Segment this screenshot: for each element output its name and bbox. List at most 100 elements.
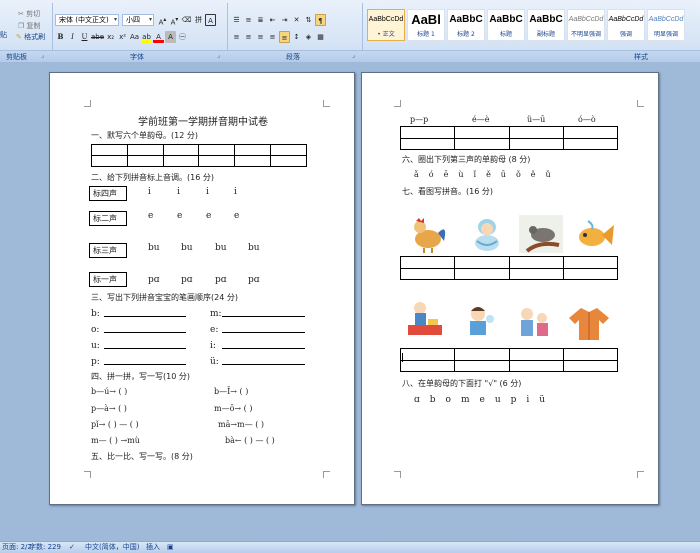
vowel-item[interactable]: ǔ: [546, 170, 551, 179]
spell-item: b—ú→ ( ): [91, 387, 128, 396]
style-subtle-emphasis[interactable]: AaBbCcDd 不明显强调: [567, 9, 605, 41]
answer-line[interactable]: [104, 364, 186, 365]
char-border-icon[interactable]: A: [205, 14, 216, 26]
proofing-icon[interactable]: ✓: [69, 542, 75, 553]
style-subtitle[interactable]: AaBbC 副标题: [527, 9, 565, 41]
sort-icon[interactable]: ⇅: [303, 14, 314, 26]
align-right-icon[interactable]: ≡: [255, 31, 266, 43]
char-shading-icon[interactable]: A: [165, 31, 177, 43]
copy-button[interactable]: ❐ 复制: [18, 21, 41, 31]
cut-button[interactable]: ✂ 剪切: [18, 9, 40, 19]
underline-icon[interactable]: U: [79, 31, 90, 43]
style-heading-2[interactable]: AaBbC 标题 2: [447, 9, 485, 41]
vowel-item[interactable]: ó: [429, 170, 434, 179]
answer-line[interactable]: [104, 332, 186, 333]
format-painter-button[interactable]: ✎ 格式刷: [16, 32, 45, 42]
insert-mode[interactable]: 插入: [146, 542, 160, 553]
letter-item[interactable]: b: [430, 395, 436, 405]
pinyin-syllable: pɑ: [248, 275, 260, 285]
highlight-icon[interactable]: ab: [141, 31, 153, 43]
letter-item[interactable]: e: [480, 395, 485, 405]
decrease-indent-icon[interactable]: ⇤: [267, 14, 278, 26]
font-family-select[interactable]: 宋体 (中文正文) ▾: [55, 14, 119, 26]
superscript-icon[interactable]: x²: [117, 31, 128, 43]
dialog-launcher-icon[interactable]: ⌟: [352, 52, 355, 59]
vowel-item[interactable]: ū: [501, 170, 506, 179]
answer-line[interactable]: [222, 364, 305, 365]
align-center-icon[interactable]: ≡: [243, 31, 254, 43]
spell-item: m—ō→ ( ): [214, 404, 253, 413]
font-toolbar-row1: A▴ A▾ ⌫ 拼 A: [157, 14, 216, 27]
grow-font-icon[interactable]: A▴: [157, 14, 168, 26]
letter-item[interactable]: ɑ: [414, 395, 420, 405]
style-title[interactable]: AaBbC 标题: [487, 9, 525, 41]
margin-mark: [394, 100, 401, 107]
answer-line[interactable]: [222, 348, 305, 349]
italic-icon[interactable]: I: [67, 31, 78, 43]
answer-line[interactable]: [104, 348, 186, 349]
clear-format-icon[interactable]: ⌫: [181, 14, 192, 26]
pinyin-pair: p—p: [410, 115, 429, 124]
vowel-item[interactable]: ě: [486, 170, 491, 179]
show-marks-icon[interactable]: ¶: [315, 14, 326, 26]
font-size-select[interactable]: 小四 ▾: [122, 14, 154, 26]
vowel-item[interactable]: ě: [531, 170, 536, 179]
pinyin-syllable: bu: [215, 243, 227, 253]
multilevel-list-icon[interactable]: ≣: [255, 14, 266, 26]
align-left-icon[interactable]: ≡: [231, 31, 242, 43]
numbering-icon[interactable]: ≡: [243, 14, 254, 26]
macro-record-icon[interactable]: ▣: [167, 542, 174, 553]
borders-icon[interactable]: ▦: [315, 31, 326, 43]
language-indicator[interactable]: 中文(简体，中国): [85, 542, 139, 553]
answer-line[interactable]: [222, 332, 305, 333]
pinyin-pair: é—è: [472, 115, 490, 124]
letter-item[interactable]: i: [526, 395, 529, 405]
answer-grid-q1: [91, 144, 307, 167]
dialog-launcher-icon[interactable]: ⌟: [41, 52, 44, 59]
paste-button[interactable]: 贴: [0, 30, 7, 40]
change-case-icon[interactable]: Aa: [129, 31, 140, 43]
vowel-item[interactable]: ǒ: [516, 170, 521, 179]
stroke-letter: o:: [91, 325, 100, 335]
strikethrough-icon[interactable]: abe: [91, 31, 104, 43]
font-group-label: 字体: [130, 53, 144, 61]
phonetic-guide-icon[interactable]: 拼: [193, 14, 204, 26]
chinese-layout-icon[interactable]: ✕: [291, 14, 302, 26]
font-color-icon[interactable]: A: [153, 31, 165, 43]
pinyin-syllable: pɑ: [148, 275, 160, 285]
answer-line[interactable]: [222, 316, 305, 317]
document-page-2[interactable]: p—p é—è ü—ū ó—ò 六、圈出下列第三声的单韵母 (8 分) ǎ ó …: [361, 72, 659, 505]
justify-icon[interactable]: ≡: [267, 31, 278, 43]
styles-group-label: 样式: [634, 53, 648, 61]
bold-icon[interactable]: B: [55, 31, 66, 43]
letter-item[interactable]: ü: [539, 395, 545, 405]
vowel-item[interactable]: ǎ: [414, 170, 419, 179]
style-heading-1[interactable]: AaBl 标题 1: [407, 9, 445, 41]
stroke-letter: m:: [210, 309, 222, 319]
increase-indent-icon[interactable]: ⇥: [279, 14, 290, 26]
shading-icon[interactable]: ◈: [303, 31, 314, 43]
vowel-item[interactable]: ē: [444, 170, 449, 179]
enclose-char-icon[interactable]: ㊀: [177, 31, 188, 43]
vowel-item[interactable]: ù: [458, 170, 463, 179]
subscript-icon[interactable]: x₂: [105, 31, 116, 43]
shrink-font-icon[interactable]: A▾: [169, 14, 180, 26]
letter-item[interactable]: u: [495, 395, 501, 405]
letter-item[interactable]: m: [461, 395, 470, 405]
word-count[interactable]: 字数: 229: [29, 542, 61, 553]
bullets-icon[interactable]: ☰: [231, 14, 242, 26]
vowel-item[interactable]: ǐ: [474, 170, 477, 179]
style-emphasis[interactable]: AaBbCcDd 强调: [607, 9, 645, 41]
style-intense-emphasis[interactable]: AaBbCcDd 明显强调: [647, 9, 685, 41]
answer-line[interactable]: [104, 316, 186, 317]
pinyin-syllable: e: [206, 211, 212, 221]
letter-item[interactable]: p: [511, 395, 517, 405]
spell-item: pǐ→ ( ) — ( ): [91, 420, 139, 429]
document-page-1[interactable]: 学前班第一学期拼音期中试卷 一、默写六个单韵母。(12 分) 二、给下列拼音标上…: [49, 72, 355, 505]
dialog-launcher-icon[interactable]: ⌟: [217, 52, 220, 59]
letter-item[interactable]: o: [446, 395, 451, 405]
page-count[interactable]: 页面: 2/2: [2, 542, 32, 553]
style-normal[interactable]: AaBbCcDd • 正文: [367, 9, 405, 41]
distributed-icon[interactable]: ≡: [279, 31, 290, 43]
line-spacing-icon[interactable]: ↕: [291, 31, 302, 43]
